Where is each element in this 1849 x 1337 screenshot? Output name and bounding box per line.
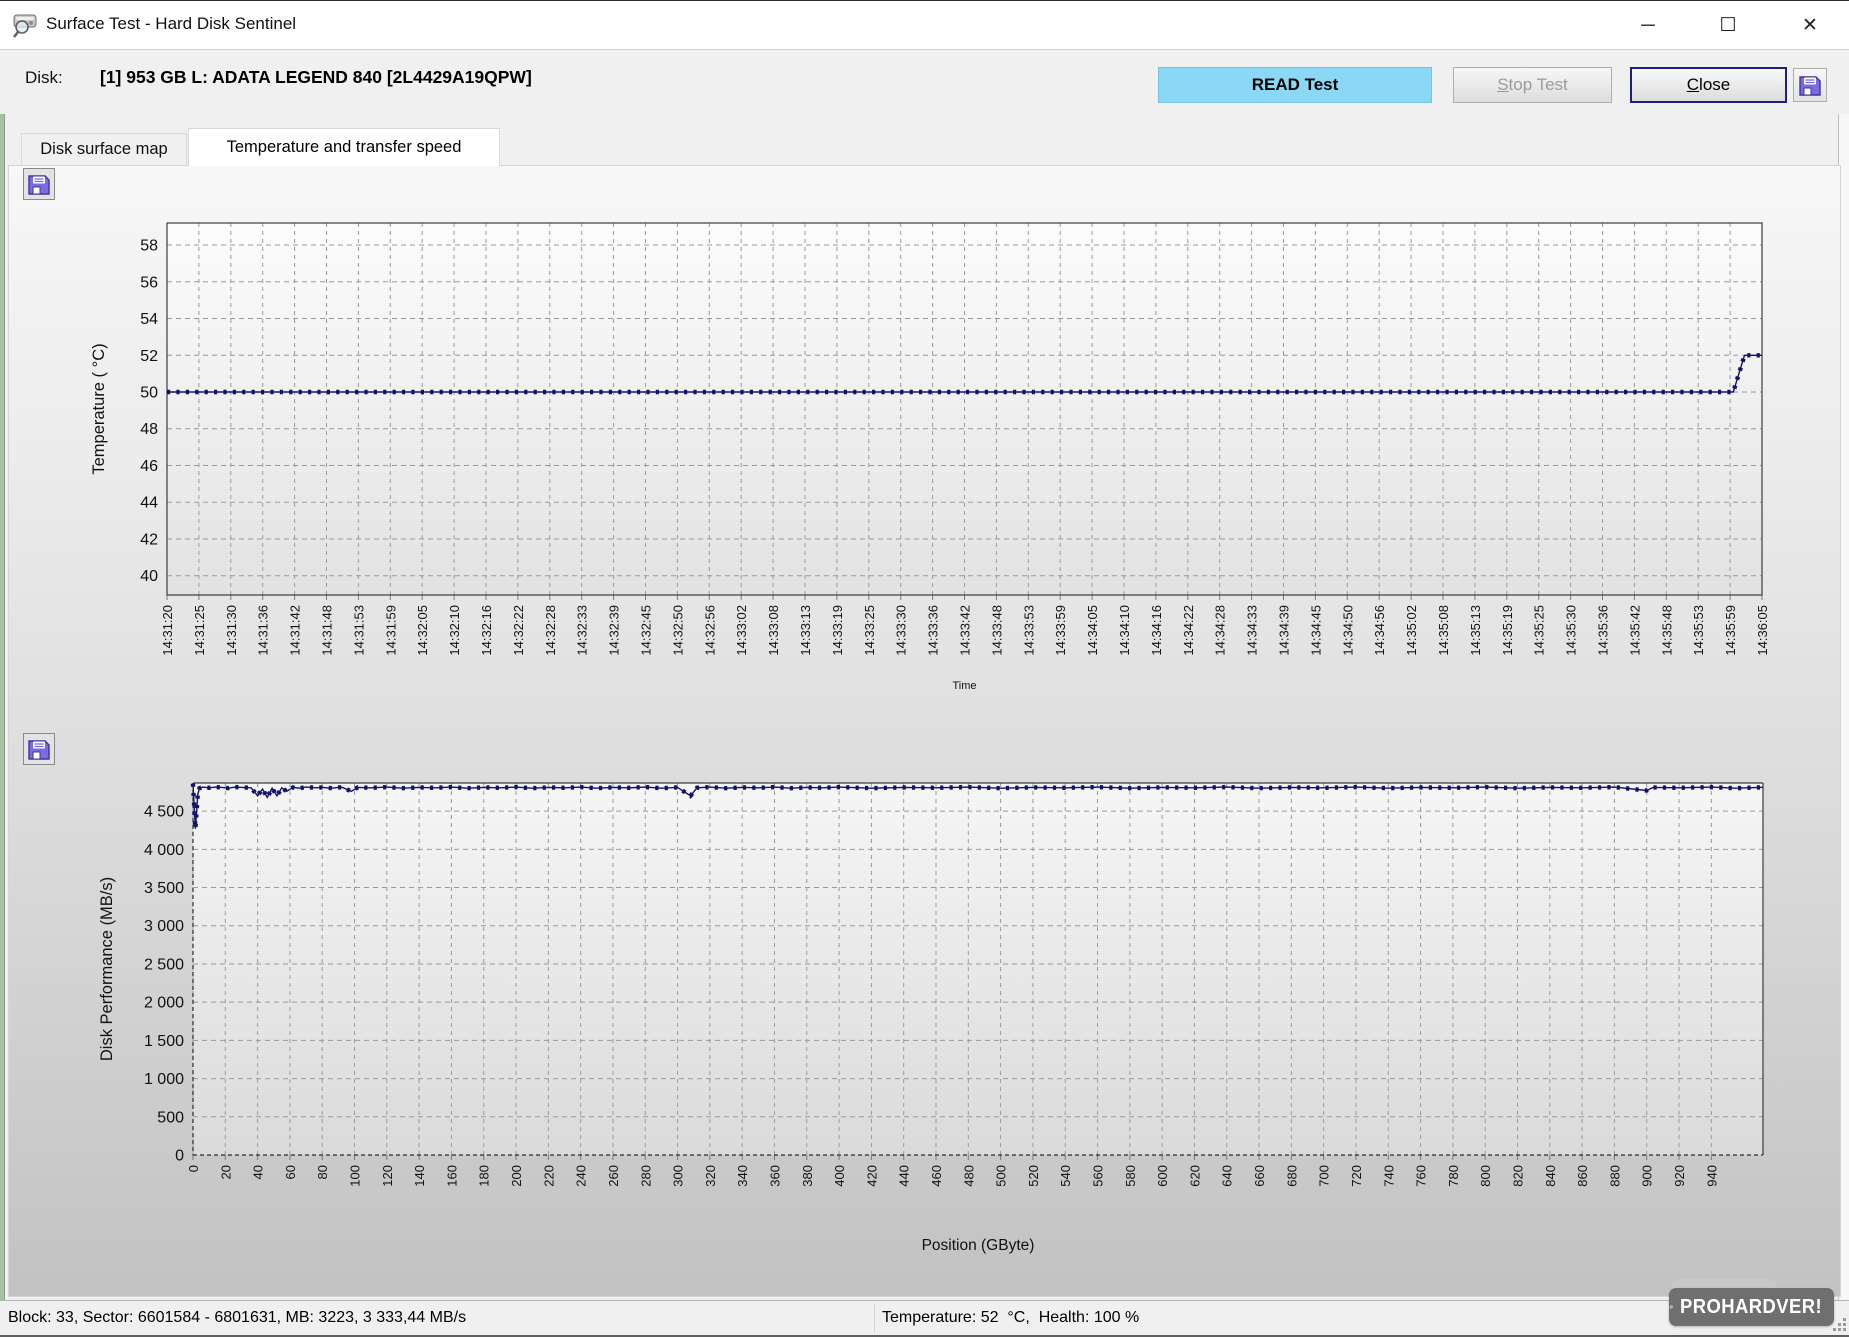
surface-test-window: Surface Test - Hard Disk Sentinel ─ ☐ ✕ … xyxy=(0,0,1849,1337)
disk-value: [1] 953 GB L: ADATA LEGEND 840 [2L4429A1… xyxy=(100,67,532,87)
prohardver-badge: PROHARDVER! xyxy=(1669,1288,1834,1326)
window-title: Surface Test - Hard Disk Sentinel xyxy=(46,14,297,33)
save-temperature-chart-button[interactable] xyxy=(23,168,55,200)
app-icon xyxy=(12,14,37,38)
minimize-button[interactable]: ─ xyxy=(1616,1,1680,50)
prohardver-logo-icon xyxy=(1669,1305,1673,1309)
tab-temperature-transfer-speed[interactable]: Temperature and transfer speed xyxy=(188,128,500,166)
close-button[interactable]: Close xyxy=(1630,67,1787,103)
close-window-button[interactable]: ✕ xyxy=(1778,1,1842,50)
tab-content-panel xyxy=(8,165,1841,1297)
save-performance-chart-button[interactable] xyxy=(23,733,55,765)
watermark-text: PROHARDVER! xyxy=(1679,1295,1822,1318)
maximize-button[interactable]: ☐ xyxy=(1696,1,1760,50)
window-left-border xyxy=(0,50,5,1335)
status-divider xyxy=(874,1304,875,1333)
title-bar: Surface Test - Hard Disk Sentinel ─ ☐ ✕ xyxy=(0,0,1849,50)
status-bar: Block: 33, Sector: 6601584 - 6801631, MB… xyxy=(0,1300,1849,1335)
status-block-info: Block: 33, Sector: 6601584 - 6801631, MB… xyxy=(8,1309,467,1326)
floppy-icon xyxy=(28,175,50,195)
status-temp-health: Temperature: 52 °C, Health: 100 % xyxy=(882,1309,1140,1326)
floppy-icon xyxy=(28,740,50,760)
disk-label: Disk: xyxy=(25,68,63,87)
toolbar: Disk: [1] 953 GB L: ADATA LEGEND 840 [2L… xyxy=(0,50,1849,114)
floppy-icon xyxy=(1799,76,1821,96)
stop-test-button[interactable]: Stop Test xyxy=(1453,67,1612,103)
read-test-button[interactable]: READ Test xyxy=(1158,67,1432,103)
save-button[interactable] xyxy=(1793,68,1827,102)
tab-disk-surface-map[interactable]: Disk surface map xyxy=(21,133,187,165)
resize-grip[interactable] xyxy=(1832,1317,1846,1331)
